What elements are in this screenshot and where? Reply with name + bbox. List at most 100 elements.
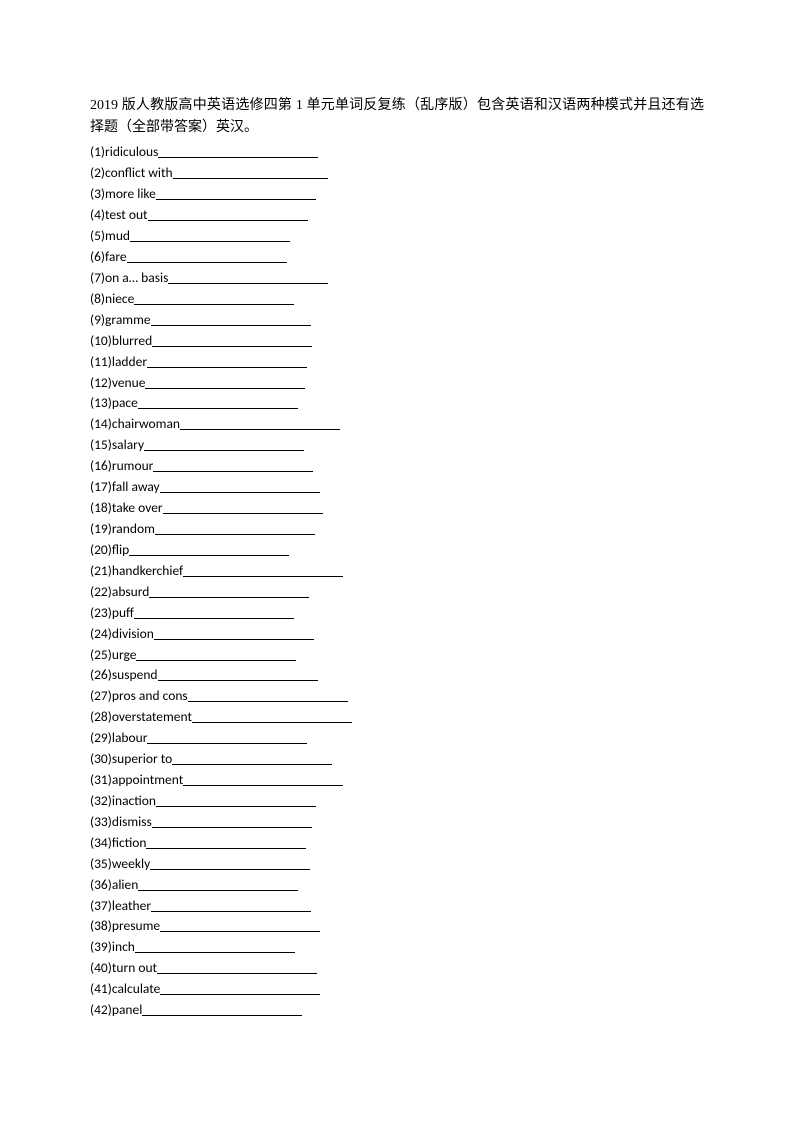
list-item: (22)absurd	[90, 582, 704, 603]
answer-blank[interactable]	[147, 731, 307, 745]
list-item: (24)division	[90, 624, 704, 645]
answer-blank[interactable]	[129, 542, 289, 556]
answer-blank[interactable]	[158, 145, 318, 159]
item-label: (8)niece	[90, 289, 134, 310]
list-item: (1)ridiculous	[90, 142, 704, 163]
answer-blank[interactable]	[127, 249, 287, 263]
list-item: (26)suspend	[90, 665, 704, 686]
list-item: (27)pros and cons	[90, 686, 704, 707]
answer-blank[interactable]	[160, 982, 320, 996]
list-item: (38)presume	[90, 916, 704, 937]
answer-blank[interactable]	[173, 166, 328, 180]
answer-blank[interactable]	[134, 605, 294, 619]
answer-blank[interactable]	[183, 563, 343, 577]
list-item: (39)inch	[90, 937, 704, 958]
answer-blank[interactable]	[138, 877, 298, 891]
answer-blank[interactable]	[148, 208, 308, 222]
item-label: (20)flip	[90, 540, 129, 561]
item-label: (41)calculate	[90, 979, 160, 1000]
item-label: (31)appointment	[90, 770, 183, 791]
answer-blank[interactable]	[188, 689, 348, 703]
answer-blank[interactable]	[156, 793, 316, 807]
answer-blank[interactable]	[138, 396, 298, 410]
item-label: (17)fall away	[90, 477, 160, 498]
list-item: (4)test out	[90, 205, 704, 226]
item-label: (29)labour	[90, 728, 147, 749]
answer-blank[interactable]	[183, 773, 343, 787]
list-item: (30)superior to	[90, 749, 704, 770]
list-item: (25)urge	[90, 645, 704, 666]
items-list: (1)ridiculous(2)conflict with(3)more lik…	[90, 142, 704, 1021]
answer-blank[interactable]	[149, 584, 309, 598]
list-item: (35)weekly	[90, 854, 704, 875]
item-label: (16)rumour	[90, 456, 153, 477]
answer-blank[interactable]	[136, 647, 296, 661]
answer-blank[interactable]	[151, 312, 311, 326]
answer-blank[interactable]	[157, 961, 317, 975]
answer-blank[interactable]	[180, 417, 340, 431]
document-heading: 2019 版人教版高中英语选修四第 1 单元单词反复练（乱序版）包含英语和汉语两…	[90, 95, 704, 138]
item-label: (11)ladder	[90, 352, 147, 373]
item-label: (38)presume	[90, 916, 160, 937]
answer-blank[interactable]	[192, 710, 352, 724]
list-item: (17)fall away	[90, 477, 704, 498]
list-item: (23)puff	[90, 603, 704, 624]
answer-blank[interactable]	[146, 835, 306, 849]
list-item: (37)leather	[90, 896, 704, 917]
answer-blank[interactable]	[134, 291, 294, 305]
list-item: (29)labour	[90, 728, 704, 749]
list-item: (3)more like	[90, 184, 704, 205]
list-item: (7)on a… basis	[90, 268, 704, 289]
item-label: (24)division	[90, 624, 154, 645]
answer-blank[interactable]	[152, 814, 312, 828]
list-item: (6)fare	[90, 247, 704, 268]
item-label: (40)turn out	[90, 958, 157, 979]
item-label: (30)superior to	[90, 749, 172, 770]
answer-blank[interactable]	[142, 1003, 302, 1017]
answer-blank[interactable]	[145, 375, 305, 389]
item-label: (1)ridiculous	[90, 142, 158, 163]
answer-blank[interactable]	[154, 626, 314, 640]
answer-blank[interactable]	[147, 354, 307, 368]
item-label: (23)puff	[90, 603, 134, 624]
list-item: (20)flip	[90, 540, 704, 561]
list-item: (8)niece	[90, 289, 704, 310]
list-item: (36)alien	[90, 875, 704, 896]
answer-blank[interactable]	[130, 229, 290, 243]
list-item: (31)appointment	[90, 770, 704, 791]
item-label: (21)handkerchief	[90, 561, 183, 582]
item-label: (3)more like	[90, 184, 156, 205]
item-label: (5)mud	[90, 226, 130, 247]
list-item: (11)ladder	[90, 352, 704, 373]
item-label: (14)chairwoman	[90, 414, 180, 435]
list-item: (10)blurred	[90, 331, 704, 352]
answer-blank[interactable]	[172, 752, 332, 766]
list-item: (33)dismiss	[90, 812, 704, 833]
item-label: (27)pros and cons	[90, 686, 188, 707]
answer-blank[interactable]	[152, 333, 312, 347]
list-item: (42)panel	[90, 1000, 704, 1021]
answer-blank[interactable]	[135, 940, 295, 954]
item-label: (15)salary	[90, 435, 144, 456]
answer-blank[interactable]	[153, 459, 313, 473]
list-item: (15)salary	[90, 435, 704, 456]
list-item: (5)mud	[90, 226, 704, 247]
answer-blank[interactable]	[150, 856, 310, 870]
answer-blank[interactable]	[163, 501, 323, 515]
list-item: (40)turn out	[90, 958, 704, 979]
item-label: (37)leather	[90, 896, 151, 917]
answer-blank[interactable]	[144, 438, 304, 452]
answer-blank[interactable]	[156, 187, 316, 201]
list-item: (21)handkerchief	[90, 561, 704, 582]
answer-blank[interactable]	[160, 480, 320, 494]
answer-blank[interactable]	[160, 919, 320, 933]
item-label: (22)absurd	[90, 582, 149, 603]
item-label: (18)take over	[90, 498, 163, 519]
answer-blank[interactable]	[168, 270, 328, 284]
answer-blank[interactable]	[158, 668, 318, 682]
answer-blank[interactable]	[155, 521, 315, 535]
item-label: (34)fiction	[90, 833, 146, 854]
list-item: (19)random	[90, 519, 704, 540]
item-label: (10)blurred	[90, 331, 152, 352]
answer-blank[interactable]	[151, 898, 311, 912]
